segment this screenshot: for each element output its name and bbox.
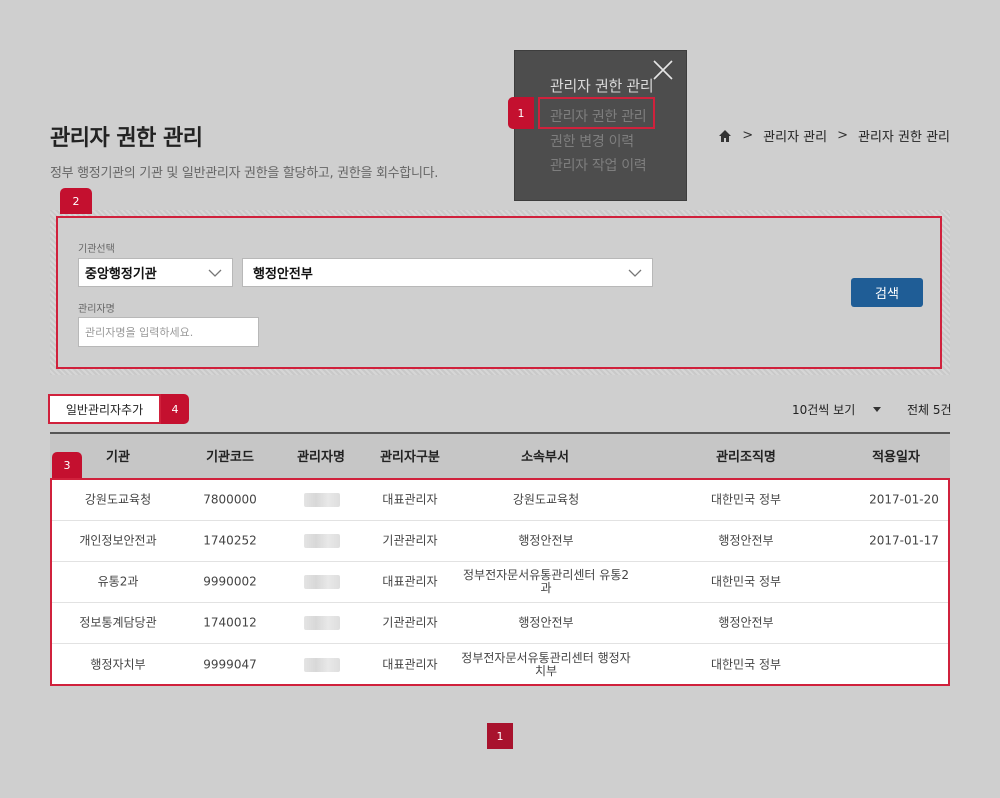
callout-badge-4: 4 xyxy=(161,394,189,424)
cell-admin-type: 기관관리자 xyxy=(382,533,438,548)
cell-department: 정부전자문서유통관리센터 유통2과 xyxy=(462,568,629,595)
cell-admin-name-masked xyxy=(304,616,340,630)
pagination-page-1[interactable]: 1 xyxy=(487,723,513,749)
total-count: 전체 5건 xyxy=(907,403,952,417)
dept-select[interactable]: 행정안전부 xyxy=(242,258,653,287)
breadcrumb-separator: > xyxy=(742,128,754,143)
cell-code: 1740252 xyxy=(203,533,257,548)
cell-admin-type: 대표관리자 xyxy=(382,657,438,671)
table-row[interactable]: 행정자치부 9999047 대표관리자 정부전자문서유통관리센터 행정자치부 대… xyxy=(52,644,948,685)
cell-unit: 행정안전부 xyxy=(718,615,774,630)
menu-highlight-box xyxy=(538,97,655,129)
cell-org: 정보통계담당관 xyxy=(79,615,157,630)
cell-unit: 행정안전부 xyxy=(718,533,774,548)
dept-value: 행정안전부 xyxy=(253,267,313,282)
breadcrumb: > 관리자 관리 > 관리자 권한 관리 xyxy=(718,126,950,145)
close-icon[interactable] xyxy=(652,59,674,81)
cell-code: 1740012 xyxy=(203,615,257,630)
column-header-unit[interactable]: 관리조직명 xyxy=(716,446,776,465)
org-select-label: 기관선택 xyxy=(78,244,115,255)
breadcrumb-item-admin-management[interactable]: 관리자 관리 xyxy=(763,126,827,145)
column-header-admin-type[interactable]: 관리자구분 xyxy=(380,446,440,465)
cell-admin-name-masked xyxy=(304,575,340,589)
chevron-down-icon xyxy=(208,269,222,277)
caret-down-icon xyxy=(873,407,882,412)
cell-department: 정부전자문서유통관리센터 행정자치부 xyxy=(461,650,631,678)
column-header-department[interactable]: 소속부서 xyxy=(521,446,569,465)
table-body: 강원도교육청 7800000 대표관리자 강원도교육청 대한민국 정부 2017… xyxy=(50,478,950,686)
menu-title: 관리자 권한 관리 xyxy=(550,77,654,95)
column-header-date[interactable]: 적용일자 xyxy=(872,446,920,465)
cell-admin-type: 대표관리자 xyxy=(382,492,438,507)
page-title: 관리자 권한 관리 xyxy=(50,126,203,151)
table-header: 기관 기관코드 관리자명 관리자구분 소속부서 관리조직명 적용일자 xyxy=(50,434,950,478)
cell-org: 강원도교육청 xyxy=(84,492,152,507)
cell-department: 강원도교육청 xyxy=(512,492,580,507)
cell-org: 유통2과 xyxy=(97,574,139,589)
home-icon[interactable] xyxy=(718,129,732,143)
column-header-admin-name[interactable]: 관리자명 xyxy=(297,446,345,465)
table-row[interactable]: 강원도교육청 7800000 대표관리자 강원도교육청 대한민국 정부 2017… xyxy=(52,480,948,521)
callout-badge-1: 1 xyxy=(508,97,534,129)
per-page-select[interactable]: 10건씩 보기 xyxy=(792,401,882,418)
menu-item-permission-history[interactable]: 권한 변경 이력 xyxy=(550,131,634,151)
org-type-select[interactable]: 중앙행정기관 xyxy=(78,258,233,287)
table-row[interactable]: 개인정보안전과 1740252 기관관리자 행정안전부 행정안전부 2017-0… xyxy=(52,521,948,562)
org-type-value: 중앙행정기관 xyxy=(85,267,157,282)
cell-department: 행정안전부 xyxy=(518,533,574,548)
cell-code: 9990002 xyxy=(203,574,257,589)
breadcrumb-separator: > xyxy=(837,128,848,143)
cell-admin-type: 대표관리자 xyxy=(382,574,438,589)
search-button[interactable]: 검색 xyxy=(851,278,923,307)
cell-department: 행정안전부 xyxy=(518,615,574,630)
admin-name-label: 관리자명 xyxy=(78,304,115,315)
add-general-admin-button[interactable]: 일반관리자추가 xyxy=(48,394,161,424)
cell-admin-type: 기관관리자 xyxy=(382,615,438,630)
cell-admin-name-masked xyxy=(304,657,340,672)
admin-name-input[interactable] xyxy=(78,317,259,347)
column-header-org[interactable]: 기관 xyxy=(106,446,130,465)
callout-badge-2: 2 xyxy=(60,188,92,214)
cell-admin-name-masked xyxy=(304,493,340,507)
cell-unit: 대한민국 정부 xyxy=(710,492,782,507)
cell-admin-name-masked xyxy=(304,534,340,548)
cell-code: 9999047 xyxy=(203,657,257,671)
cell-org: 행정자치부 xyxy=(90,657,146,671)
table-row[interactable]: 유통2과 9990002 대표관리자 정부전자문서유통관리센터 유통2과 대한민… xyxy=(52,562,948,603)
per-page-value: 10건씩 보기 xyxy=(792,403,856,417)
chevron-down-icon xyxy=(628,269,642,277)
cell-org: 개인정보안전과 xyxy=(79,533,157,548)
breadcrumb-item-current: 관리자 권한 관리 xyxy=(858,130,950,145)
callout-badge-3: 3 xyxy=(52,452,82,478)
cell-date: 2017-01-17 xyxy=(869,533,939,548)
column-header-code[interactable]: 기관코드 xyxy=(206,446,254,465)
cell-unit: 대한민국 정부 xyxy=(710,657,782,671)
menu-item-task-history[interactable]: 관리자 작업 이력 xyxy=(550,155,647,175)
table-row[interactable]: 정보통계담당관 1740012 기관관리자 행정안전부 행정안전부 xyxy=(52,603,948,644)
page-description: 정부 행정기관의 기관 및 일반관리자 권한을 할당하고, 권한을 회수합니다. xyxy=(50,166,439,181)
cell-date: 2017-01-20 xyxy=(869,492,939,507)
cell-code: 7800000 xyxy=(203,492,257,507)
cell-unit: 대한민국 정부 xyxy=(710,574,782,589)
